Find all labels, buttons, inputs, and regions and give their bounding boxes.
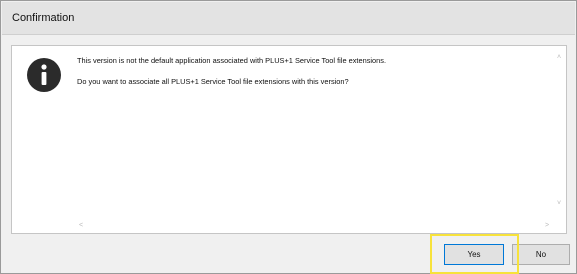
info-icon-stem [41,72,47,85]
scroll-up-arrow[interactable]: ˄ [552,52,566,64]
confirmation-dialog: Confirmation This version is not the def… [0,0,577,274]
message-line-2: Do you want to associate all PLUS+1 Serv… [77,77,349,86]
no-button[interactable]: No [512,244,570,265]
info-icon-dot [41,64,47,70]
window-title: Confirmation [12,12,75,24]
scroll-left-arrow[interactable]: < [74,220,88,232]
message-line-1: This version is not the default applicat… [77,56,387,65]
scroll-down-arrow[interactable]: ˅ [552,198,566,210]
scroll-right-arrow[interactable]: > [540,220,554,232]
content-panel: This version is not the default applicat… [11,45,567,234]
title-bar[interactable]: Confirmation [2,2,575,35]
horizontal-scrollbar[interactable]: < > [68,219,552,233]
info-icon [27,58,61,92]
message-area: This version is not the default applicat… [68,46,566,233]
yes-button[interactable]: Yes [444,244,504,265]
vertical-scrollbar[interactable]: ˄ ˅ [552,46,566,219]
